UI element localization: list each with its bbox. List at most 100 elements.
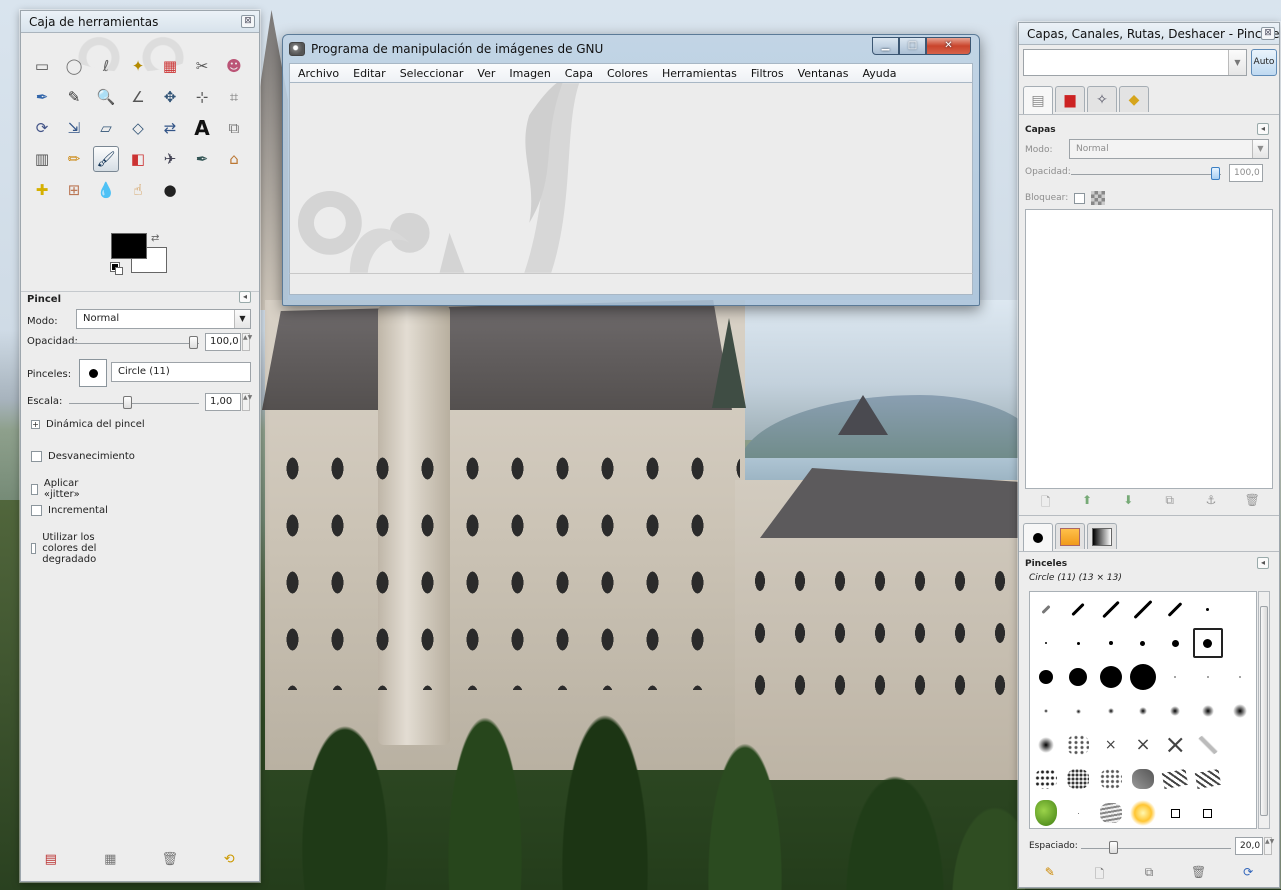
delete-layer-icon[interactable]: 🗑 [1242, 493, 1262, 514]
brush-swatch[interactable] [1193, 696, 1223, 726]
option-checkbox-row[interactable]: Aplicar «jitter» [31, 478, 84, 500]
tab-brushes[interactable] [1023, 523, 1053, 551]
slider-thumb[interactable] [1109, 841, 1118, 854]
brush-swatch[interactable] [1193, 764, 1223, 794]
color-area[interactable]: ⇄ [110, 233, 171, 281]
expander-plus-icon[interactable]: + [31, 420, 40, 429]
tool-pencil-icon[interactable]: ✏ [61, 146, 87, 172]
tool-dodge-burn-icon[interactable]: ● [157, 177, 183, 203]
menu-item-filtros[interactable]: Filtros [751, 67, 784, 80]
spinner-arrows-icon[interactable]: ▲▼ [242, 393, 252, 411]
brush-swatch[interactable] [1160, 764, 1190, 794]
brush-swatch[interactable] [1096, 662, 1126, 692]
refresh-brushes-icon[interactable]: ⟳ [1238, 865, 1258, 886]
tool-scissors-select-icon[interactable]: ✂ [189, 53, 215, 79]
brush-swatch[interactable] [1063, 798, 1093, 828]
option-checkbox-row[interactable]: Utilizar los colores del degradado [31, 532, 102, 565]
tool-airbrush-icon[interactable]: ✈ [157, 146, 183, 172]
brush-swatch[interactable] [1160, 798, 1190, 828]
tool-rotate-icon[interactable]: ⟳ [29, 115, 55, 141]
tool-clone-icon[interactable]: ⌂ [221, 146, 247, 172]
menu-item-archivo[interactable]: Archivo [298, 67, 339, 80]
maximize-button[interactable]: □ [899, 37, 926, 55]
brush-swatch[interactable] [1160, 628, 1190, 658]
delete-brush-icon[interactable]: 🗑 [1189, 865, 1209, 886]
brush-swatch[interactable] [1128, 628, 1158, 658]
tool-free-select-icon[interactable]: ℓ [93, 53, 119, 79]
lower-layer-icon[interactable]: ⬇ [1118, 493, 1138, 514]
slider-thumb[interactable] [1211, 167, 1220, 180]
tool-smudge-icon[interactable]: ☝ [125, 177, 151, 203]
tool-alignment-icon[interactable]: ⊹ [189, 84, 215, 110]
brushes-grid[interactable]: × × × [1029, 591, 1257, 829]
tab-paths[interactable]: ✧ [1087, 86, 1117, 112]
brush-swatch[interactable] [1128, 764, 1158, 794]
tool-perspective-clone-icon[interactable]: ⊞ [61, 177, 87, 203]
lock-alpha-icon[interactable] [1091, 191, 1106, 205]
brush-swatch[interactable] [1225, 798, 1255, 828]
menu-item-ver[interactable]: Ver [477, 67, 495, 80]
scrollbar-thumb[interactable] [1260, 606, 1268, 816]
brush-swatch[interactable] [1031, 798, 1061, 828]
tool-paintbrush-icon[interactable]: 🖌 [93, 146, 119, 172]
brush-preview-button[interactable] [79, 359, 107, 387]
checkbox[interactable] [31, 505, 42, 516]
tool-blur-icon[interactable]: 💧 [93, 177, 119, 203]
dynamics-expander[interactable]: + Dinámica del pincel [31, 419, 145, 430]
tab-channels[interactable]: ▆ [1055, 86, 1085, 112]
lock-pixels-checkbox[interactable] [1074, 192, 1086, 204]
brush-swatch[interactable] [1031, 594, 1061, 624]
foreground-color-swatch[interactable] [111, 233, 147, 259]
dock-titlebar[interactable]: Capas, Canales, Rutas, Deshacer - Pincel… [1019, 23, 1279, 45]
brush-swatch[interactable] [1063, 628, 1093, 658]
brush-swatch[interactable] [1031, 628, 1061, 658]
brush-swatch[interactable] [1031, 696, 1061, 726]
brush-swatch[interactable] [1128, 594, 1158, 624]
menu-item-colores[interactable]: Colores [607, 67, 648, 80]
menu-item-herramientas[interactable]: Herramientas [662, 67, 737, 80]
tool-perspective-icon[interactable]: ◇ [125, 115, 151, 141]
tool-ellipse-select-icon[interactable]: ◯ [61, 53, 87, 79]
brush-swatch[interactable] [1225, 594, 1255, 624]
brush-swatch[interactable] [1160, 662, 1190, 692]
brush-swatch[interactable] [1096, 798, 1126, 828]
brushes-scrollbar[interactable] [1258, 591, 1270, 829]
brush-swatch[interactable] [1192, 628, 1223, 658]
tool-rect-select-icon[interactable]: ▭ [29, 53, 55, 79]
tool-color-picker-icon[interactable]: ✎ [61, 84, 87, 110]
opacity-slider[interactable] [69, 336, 199, 349]
scale-spinbox[interactable]: 1,00 [205, 393, 241, 411]
swap-colors-icon[interactable]: ⇄ [151, 233, 159, 244]
spacing-spinbox[interactable]: 20,0 [1235, 837, 1263, 855]
reset-options-icon[interactable]: ⟲ [218, 852, 240, 867]
slider-thumb[interactable] [189, 336, 198, 349]
brush-swatch[interactable]: × [1096, 730, 1126, 760]
tool-eraser-icon[interactable]: ◧ [125, 146, 151, 172]
tab-menu-icon[interactable]: ◂ [1257, 557, 1269, 569]
menu-item-capa[interactable]: Capa [565, 67, 593, 80]
opacity-spinbox[interactable]: 100,0 [205, 333, 241, 351]
toolbox-titlebar[interactable]: Caja de herramientas ⊠ [21, 11, 259, 33]
brush-swatch[interactable] [1096, 594, 1126, 624]
tool-paths-icon[interactable]: ✒ [29, 84, 55, 110]
brush-swatch[interactable] [1225, 628, 1255, 658]
tab-menu-icon[interactable]: ◂ [1257, 123, 1269, 135]
menu-item-ayuda[interactable]: Ayuda [863, 67, 897, 80]
layers-list[interactable] [1025, 209, 1273, 489]
layer-opacity-spinbox[interactable]: 100,0 [1229, 164, 1263, 182]
chevron-down-icon[interactable]: ▼ [1228, 50, 1246, 75]
tool-flip-icon[interactable]: ⇄ [157, 115, 183, 141]
gimp-app-icon[interactable] [289, 42, 305, 56]
tool-text-icon[interactable]: A [189, 115, 215, 141]
brush-swatch[interactable] [1063, 730, 1093, 760]
raise-layer-icon[interactable]: ⬆ [1077, 493, 1097, 514]
brush-swatch[interactable] [1096, 628, 1126, 658]
save-options-icon[interactable]: ▤ [40, 852, 62, 867]
brush-swatch[interactable] [1063, 764, 1093, 794]
brush-name-field[interactable]: Circle (11) [111, 362, 251, 382]
brush-swatch[interactable] [1225, 764, 1255, 794]
tool-scale-icon[interactable]: ⇲ [61, 115, 87, 141]
tool-cage-icon[interactable]: ⧉ [221, 115, 247, 141]
chevron-down-icon[interactable]: ▼ [234, 310, 250, 328]
scale-slider[interactable] [69, 396, 199, 409]
